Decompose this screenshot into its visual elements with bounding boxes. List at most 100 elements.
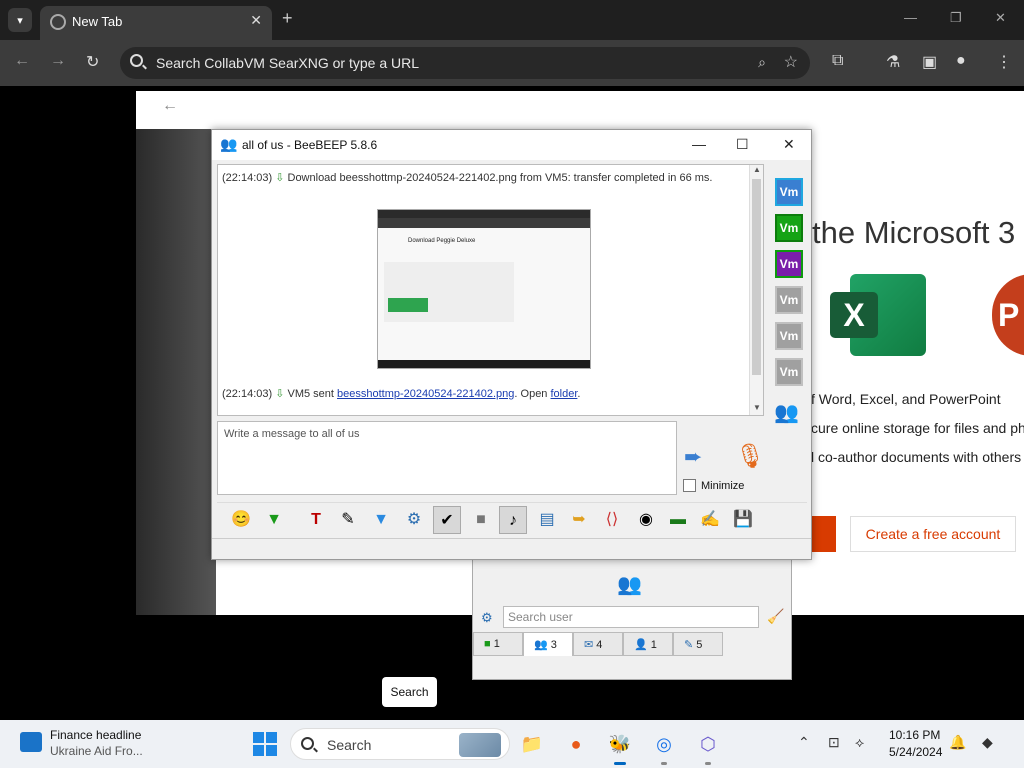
labs-flask-icon[interactable]: ⚗ <box>886 52 900 72</box>
send-file-icon[interactable]: ➥ <box>565 506 593 534</box>
page-headline: the Microsoft 3 <box>812 215 1016 250</box>
bookmark-star-icon[interactable]: ☆ <box>784 52 798 72</box>
profile-avatar-icon[interactable]: ● <box>956 52 966 70</box>
tab-users-online[interactable]: ■ 1 <box>473 632 523 656</box>
volume-icon[interactable]: ⟡ <box>855 734 864 751</box>
tray-overflow-icon[interactable]: ⌃ <box>798 734 810 751</box>
address-bar[interactable]: Search CollabVM SearXNG or type a URL ⌕ … <box>120 47 810 79</box>
search-highlight-image <box>459 733 501 757</box>
tab-new-tab[interactable]: New Tab ✕ <box>40 6 272 40</box>
forward-button[interactable]: → <box>50 52 66 70</box>
vm-member-icon[interactable]: Vm <box>775 178 803 206</box>
search-options-gear-icon[interactable]: ⚙ <box>481 610 493 626</box>
scroll-up-icon[interactable]: ▲ <box>753 165 761 174</box>
vm-member-icon[interactable]: Vm <box>775 286 803 314</box>
page-back-arrow-icon[interactable]: ← <box>162 97 178 115</box>
tab-chats[interactable]: ✉ 4 <box>573 632 623 656</box>
back-button[interactable]: ← <box>14 52 30 70</box>
file-share-icon: ✎ <box>684 639 694 651</box>
app-icon[interactable]: ⬡ <box>694 730 722 765</box>
file-explorer-icon[interactable]: 📁 <box>518 730 546 758</box>
emoticon-icon[interactable]: 😊 <box>227 506 255 534</box>
html-icon[interactable]: ⟨⟩ <box>598 506 626 534</box>
browser-restore-button[interactable]: ❐ <box>950 10 962 26</box>
search-user-input[interactable]: Search user <box>503 606 759 628</box>
chat-history[interactable]: (22:14:03) ⇩ Download beesshottmp-202405… <box>217 164 764 416</box>
address-bar-text: Search CollabVM SearXNG or type a URL <box>156 55 419 71</box>
search-icon <box>130 54 143 67</box>
group-users-icon: 👥 <box>617 574 642 596</box>
microphone-icon[interactable]: 🎙 <box>735 442 765 471</box>
message-input[interactable]: Write a message to all of us <box>217 421 677 495</box>
extensions-icon[interactable]: ⧉ <box>832 52 843 70</box>
scrollbar-thumb[interactable] <box>752 179 761 375</box>
edit-note-icon[interactable]: ✍ <box>696 506 724 534</box>
news-widget-icon[interactable] <box>20 732 42 752</box>
chrome-icon[interactable]: ◎ <box>650 730 678 765</box>
new-tab-favicon-icon <box>50 14 66 30</box>
network-icon[interactable]: ⊡ <box>828 734 840 751</box>
browser-toolbar: ← → ↻ Search CollabVM SearXNG or type a … <box>0 40 1024 86</box>
chats-icon: ✉ <box>584 639 594 651</box>
copilot-icon[interactable]: ◆ <box>982 734 993 751</box>
filter-icon[interactable]: ▼ <box>367 506 395 534</box>
new-tab-button[interactable]: + <box>282 8 293 29</box>
save-icon[interactable]: 💾 <box>729 506 757 534</box>
browser-close-button[interactable]: ✕ <box>995 10 1006 26</box>
chat-toolbar: 😊 ▼ T ✎ ▼ ⚙ ✔ ■ ♪ ▤ ➥ ⟨⟩ ◉ ▬ ✍ 💾 <box>217 502 807 536</box>
maximize-button[interactable]: ☐ <box>736 136 749 153</box>
vm-member-icon[interactable]: Vm <box>775 358 803 386</box>
beebeep-tabs: ■ 1 👥 3 ✉ 4 👤 1 ✎ 5 <box>473 632 793 656</box>
clock-time[interactable]: 10:16 PM <box>889 728 940 742</box>
news-subtitle[interactable]: Ukraine Aid Fro... <box>50 744 143 758</box>
beebeep-taskbar-icon[interactable]: 🐝 <box>606 730 634 765</box>
zoom-icon[interactable]: ⌕ <box>758 54 766 71</box>
chat-message: (22:14:03) ⇩ Download beesshottmp-202405… <box>222 172 713 184</box>
taskbar-search[interactable]: Search <box>290 728 510 760</box>
font-icon[interactable]: T <box>302 506 330 534</box>
start-button[interactable] <box>253 732 277 756</box>
send-key-icon[interactable]: ♪ <box>499 506 527 534</box>
tab-file-share[interactable]: ✎ 5 <box>673 632 723 656</box>
member-list: Vm Vm Vm Vm Vm Vm 👥 <box>770 164 810 430</box>
file-link[interactable]: beesshottmp-20240524-221402.png <box>337 388 514 400</box>
vm-member-icon[interactable]: Vm <box>775 250 803 278</box>
browser-menu-icon[interactable]: ⋮ <box>996 52 1012 72</box>
screenshot-icon[interactable]: ◉ <box>632 506 660 534</box>
tab-groups[interactable]: 👥 3 <box>523 632 573 656</box>
window-icon[interactable]: ▬ <box>664 506 692 534</box>
completer-icon[interactable]: ■ <box>467 506 495 534</box>
scroll-down-icon[interactable]: ▼ <box>753 403 761 412</box>
save-chat-icon[interactable]: ▤ <box>533 506 561 534</box>
clock-date[interactable]: 5/24/2024 <box>889 745 942 759</box>
settings-gear-icon[interactable]: ⚙ <box>400 506 428 534</box>
font-color-icon[interactable]: ✎ <box>334 506 362 534</box>
beebeep-title-bar: 👥 all of us - BeeBEEP 5.8.6 — ☐ ✕ <box>212 130 811 160</box>
close-button[interactable]: ✕ <box>783 136 795 153</box>
group-settings-icon[interactable]: 👥 <box>774 400 799 425</box>
open-folder-link[interactable]: folder <box>551 388 578 400</box>
chat-scrollbar[interactable]: ▲ ▼ <box>749 165 763 415</box>
minimize-button[interactable]: — <box>692 136 706 152</box>
beebeep-chat-window: 👥 all of us - BeeBEEP 5.8.6 — ☐ ✕ (22:14… <box>211 129 812 560</box>
notification-bell-icon[interactable]: 🔔 <box>949 734 966 751</box>
browser-tab-bar: ▾ New Tab ✕ + — ❐ ✕ <box>0 0 1024 40</box>
vm-member-icon[interactable]: Vm <box>775 214 803 242</box>
groups-icon: 👥 <box>534 639 548 651</box>
vm-member-icon[interactable]: Vm <box>775 322 803 350</box>
emoticon-menu-icon[interactable]: ▼ <box>260 506 288 534</box>
firefox-icon[interactable]: ● <box>562 730 590 758</box>
browser-minimize-button[interactable]: — <box>904 10 917 25</box>
side-panel-icon[interactable]: ▣ <box>922 52 937 72</box>
tab-search-button[interactable]: ▾ <box>8 8 32 32</box>
tab-close-icon[interactable]: ✕ <box>250 12 262 29</box>
minimize-checkbox[interactable] <box>683 479 696 492</box>
create-free-account-button[interactable]: Create a free account <box>850 516 1016 552</box>
send-message-icon[interactable]: ➨ <box>684 444 702 470</box>
spell-check-icon[interactable]: ✔ <box>433 506 461 534</box>
news-title[interactable]: Finance headline <box>50 728 141 742</box>
clear-search-broom-icon[interactable]: 🧹 <box>767 608 784 625</box>
reload-button[interactable]: ↻ <box>86 52 99 72</box>
tab-saved-chats[interactable]: 👤 1 <box>623 632 673 656</box>
screenshot-thumbnail[interactable]: Download Peggie Deluxe <box>377 209 591 369</box>
